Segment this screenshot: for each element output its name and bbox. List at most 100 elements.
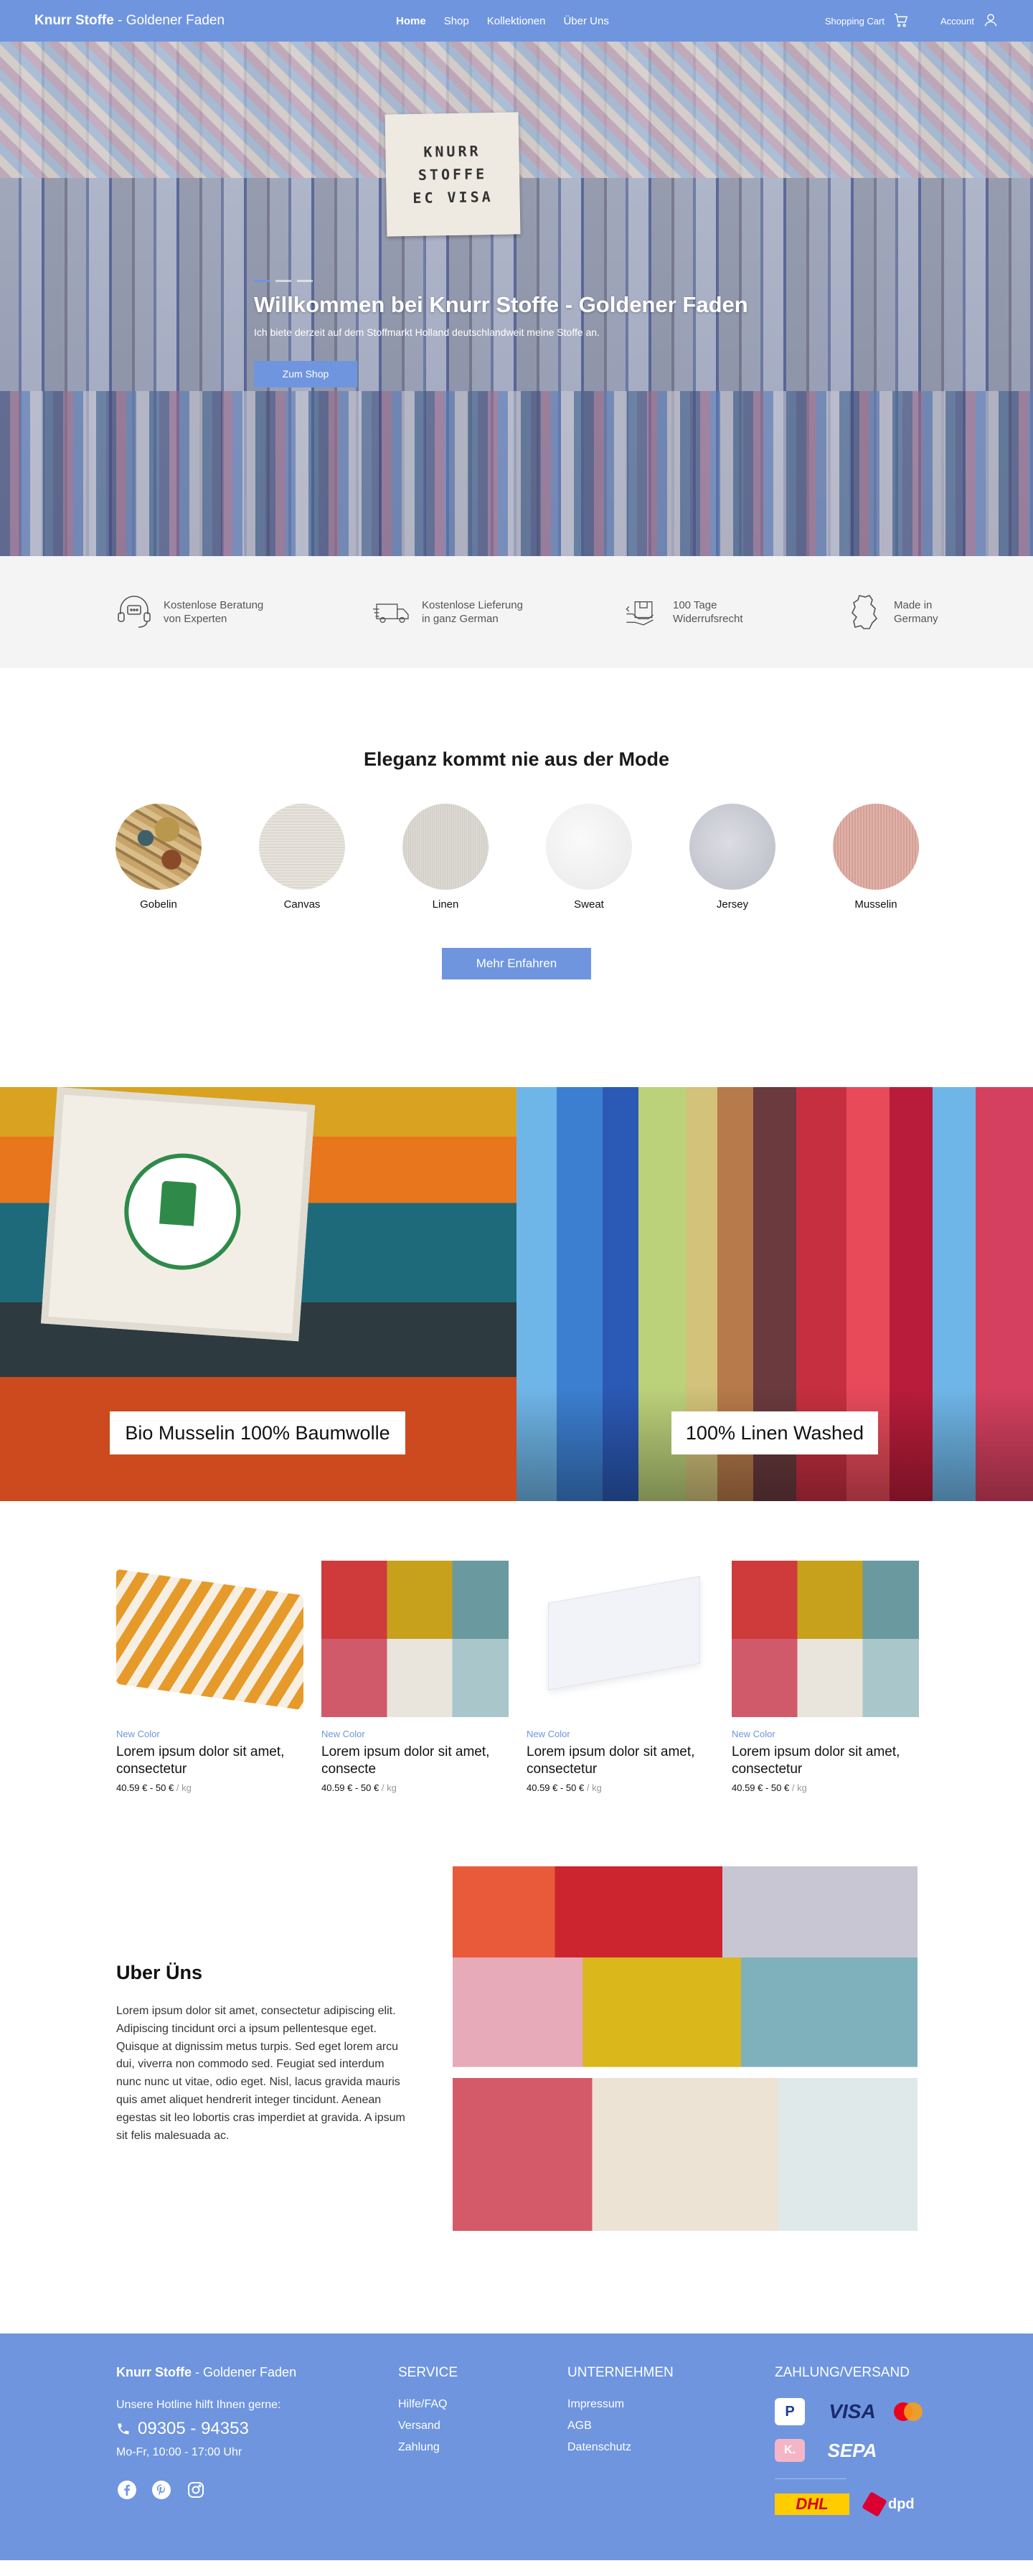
germany-map-icon [852, 595, 878, 629]
price-unit: / kg [174, 1782, 192, 1793]
category-label: Sweat [574, 898, 604, 911]
category-jersey[interactable]: Jersey [689, 804, 775, 911]
cart-icon[interactable] [893, 12, 909, 30]
footer-link-versand[interactable]: Versand [398, 2420, 458, 2432]
category-linen[interactable]: Linen [402, 804, 489, 911]
nav-actions: Shopping Cart Account [825, 12, 999, 30]
product-price: 40.59 € - 50 € / kg [116, 1782, 303, 1793]
footer-link-faq[interactable]: Hilfe/FAQ [398, 2398, 458, 2411]
feature-line: Germany [894, 613, 938, 625]
category-label: Gobelin [140, 898, 177, 911]
hero-content: Willkommen bei Knurr Stoffe - Goldener F… [254, 280, 748, 387]
category-swatch [259, 804, 345, 890]
product-card[interactable]: New Color Lorem ipsum dolor sit amet, co… [116, 1561, 303, 1863]
shop-now-button[interactable]: Zum Shop [254, 361, 357, 387]
learn-more-button[interactable]: Mehr Enfahren [442, 948, 591, 979]
category-gobelin[interactable]: Gobelin [115, 804, 202, 911]
hero-slider: KNURR STOFFE EC VISA Willkommen bei Knur… [0, 42, 1033, 556]
category-label: Musselin [854, 898, 897, 911]
social-links [116, 2479, 296, 2501]
slider-dot[interactable] [297, 280, 313, 282]
feature-line: in ganz German [422, 613, 499, 625]
pinterest-icon[interactable] [151, 2479, 172, 2501]
footer-brand: Knurr Stoffe - Goldener Faden [116, 2365, 296, 2380]
about-title: Uber Üns [116, 1962, 203, 1983]
sign-line: STOFFE [418, 165, 488, 184]
product-card[interactable]: New Color Lorem ipsum dolor sit amet, co… [732, 1561, 919, 1863]
footer-link-agb[interactable]: AGB [567, 2420, 674, 2432]
product-image [116, 1561, 303, 1717]
hotline-label: Unsere Hotline hilft Ihnen gerne: [116, 2399, 281, 2411]
fabric-categories: Eleganz kommt nie aus der Mode Gobelin C… [0, 668, 1033, 1087]
product-price: 40.59 € - 50 € / kg [321, 1782, 509, 1793]
slider-dots [254, 280, 748, 282]
product-tag: New Color [321, 1729, 365, 1739]
category-label: Canvas [283, 898, 321, 911]
footer-heading: ZAHLUNG/VERSAND [775, 2365, 910, 2380]
category-musselin[interactable]: Musselin [833, 804, 919, 911]
price-unit: / kg [789, 1782, 807, 1793]
dhl-icon: DHL [775, 2493, 849, 2515]
footer-brand-tagline: - Goldener Faden [192, 2365, 297, 2379]
product-image [321, 1561, 509, 1717]
product-tag: New Color [527, 1729, 570, 1739]
brand-logo[interactable]: Knurr Stoffe - Goldener Faden [34, 13, 225, 29]
brand-tagline: Goldener Faden [126, 13, 225, 28]
sign-line: KNURR [423, 142, 481, 161]
nav-link-kollektionen[interactable]: Kollektionen [487, 15, 546, 27]
user-icon[interactable] [983, 12, 999, 30]
footer-link-zahlung[interactable]: Zahlung [398, 2441, 458, 2454]
facebook-icon[interactable] [116, 2479, 138, 2501]
delivery-truck-icon [373, 603, 409, 624]
footer-link-datenschutz[interactable]: Datenschutz [567, 2441, 674, 2454]
product-price: 40.59 € - 50 € / kg [732, 1782, 919, 1793]
phone-icon [118, 2423, 129, 2435]
product-title: Lorem ipsum dolor sit amet, consectetur [116, 1744, 285, 1777]
slider-dot[interactable] [254, 280, 270, 282]
category-swatch [689, 804, 775, 890]
top-navbar: Knurr Stoffe - Goldener Faden Home Shop … [0, 0, 1033, 42]
category-sweat[interactable]: Sweat [546, 804, 632, 911]
price-range: 40.59 € - 50 € [527, 1782, 585, 1793]
feature-delivery: Kostenlose Lieferung in ganz German [373, 593, 624, 631]
nav-link-ueber-uns[interactable]: Über Uns [563, 15, 608, 27]
mastercard-icon [892, 2399, 925, 2424]
nav-link-home[interactable]: Home [396, 15, 426, 27]
sign-line: EC VISA [412, 188, 494, 207]
product-tag: New Color [116, 1729, 160, 1739]
product-card[interactable]: New Color Lorem ipsum dolor sit amet, co… [527, 1561, 714, 1863]
klarna-icon: K. [775, 2439, 805, 2462]
account-link[interactable]: Account [940, 16, 974, 27]
feature-line: Made in [894, 598, 933, 611]
nav-link-shop[interactable]: Shop [444, 15, 469, 27]
category-swatch [402, 804, 489, 890]
footer-brand-name: Knurr Stoffe [116, 2365, 192, 2379]
site-footer: Knurr Stoffe - Goldener Faden Unsere Hot… [0, 2333, 1033, 2560]
banner-label: 100% Linen Washed [671, 1411, 878, 1454]
price-unit: / kg [379, 1782, 397, 1793]
paypal-icon: P [775, 2398, 805, 2425]
footer-company: UNTERNEHMEN Impressum AGB Datenschutz [567, 2365, 674, 2463]
brand-separator: - [113, 13, 126, 28]
price-unit: / kg [584, 1782, 602, 1793]
shopping-cart-link[interactable]: Shopping Cart [825, 16, 885, 27]
opening-hours: Mo-Fr, 10:00 - 17:00 Uhr [116, 2446, 242, 2458]
section-title: Eleganz kommt nie aus der Mode [363, 748, 670, 770]
phone-number[interactable]: 09305 - 94353 [116, 2419, 296, 2439]
footer-link-impressum[interactable]: Impressum [567, 2398, 674, 2411]
banner-linen-washed[interactable]: 100% Linen Washed [516, 1087, 1033, 1501]
product-card[interactable]: New Color Lorem ipsum dolor sit amet, co… [321, 1561, 509, 1863]
product-grid: New Color Lorem ipsum dolor sit amet, co… [0, 1501, 1033, 1863]
footer-heading: SERVICE [398, 2365, 458, 2380]
banner-bio-musselin[interactable]: Bio Musselin 100% Baumwolle [0, 1087, 516, 1501]
product-image [732, 1561, 919, 1717]
product-image [527, 1561, 714, 1717]
slider-dot[interactable] [275, 280, 291, 282]
chat-headset-icon [118, 596, 151, 628]
instagram-icon[interactable] [185, 2479, 207, 2501]
feature-line: Kostenlose Lieferung [422, 598, 523, 611]
collection-banners: Bio Musselin 100% Baumwolle 100% Linen W… [0, 1087, 1033, 1501]
about-body: Lorem ipsum dolor sit amet, consectetur … [116, 2005, 405, 2142]
category-canvas[interactable]: Canvas [259, 804, 345, 911]
hero-subtitle: Ich biete derzeit auf dem Stoffmarkt Hol… [254, 326, 600, 338]
